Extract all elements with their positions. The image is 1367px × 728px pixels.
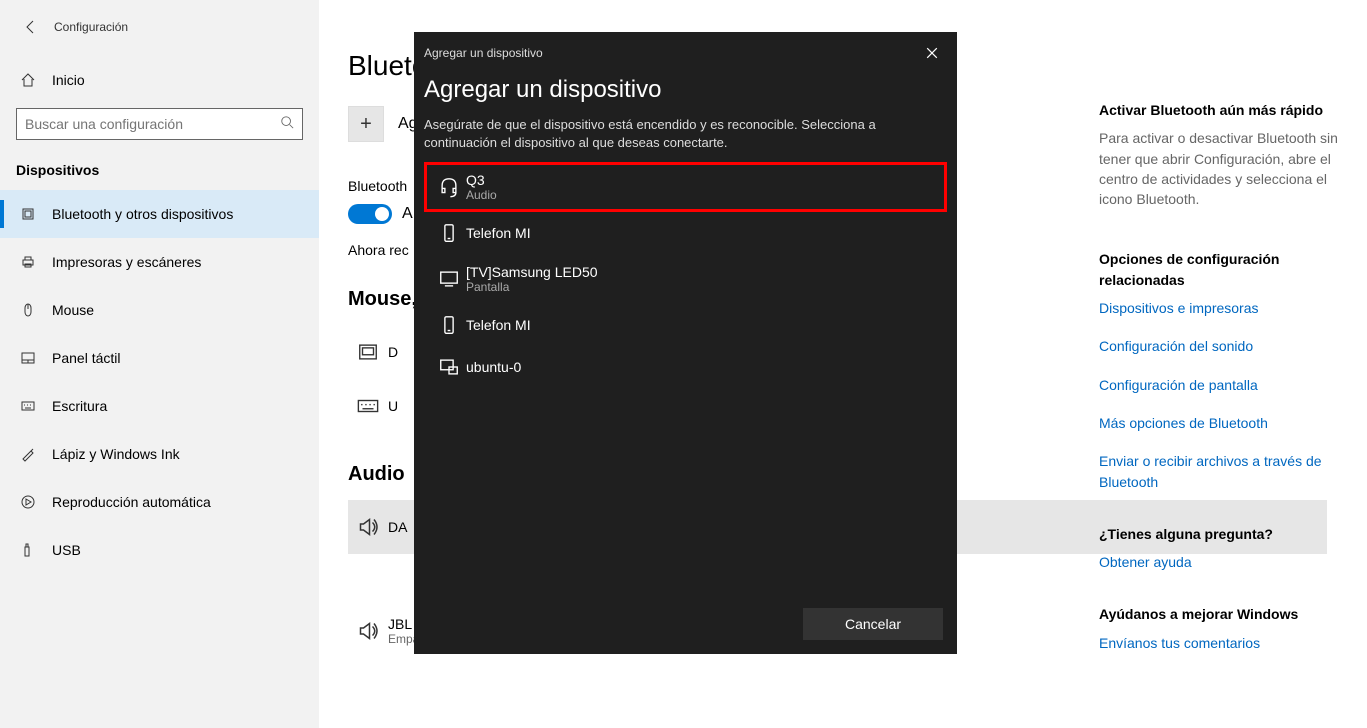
phone-icon [432, 222, 466, 244]
device-option-phone-2[interactable]: Telefon MI [424, 304, 947, 346]
device-option-q3[interactable]: Q3 Audio [424, 162, 947, 212]
device-option-phone[interactable]: Telefon MI [424, 212, 947, 254]
modal-close-button[interactable] [917, 38, 947, 68]
device-name: ubuntu-0 [466, 359, 521, 375]
device-type: Audio [466, 188, 497, 202]
modal-description: Asegúrate de que el dispositivo está enc… [424, 116, 947, 152]
device-name: Telefon MI [466, 225, 531, 241]
device-name: [TV]Samsung LED50 [466, 264, 598, 280]
device-type: Pantalla [466, 280, 598, 294]
device-option-computer[interactable]: ubuntu-0 [424, 346, 947, 388]
modal-overlay: Agregar un dispositivo Agregar un dispos… [0, 0, 1367, 728]
device-name: Q3 [466, 172, 497, 188]
computer-icon [432, 356, 466, 378]
add-device-modal: Agregar un dispositivo Agregar un dispos… [414, 32, 957, 654]
device-name: Telefon MI [466, 317, 531, 333]
device-option-tv[interactable]: [TV]Samsung LED50 Pantalla [424, 254, 947, 304]
monitor-icon [432, 268, 466, 290]
headset-icon [432, 176, 466, 198]
modal-window-title: Agregar un dispositivo [424, 46, 543, 60]
phone-icon [432, 314, 466, 336]
modal-title: Agregar un dispositivo [424, 76, 947, 104]
cancel-button[interactable]: Cancelar [803, 608, 943, 640]
